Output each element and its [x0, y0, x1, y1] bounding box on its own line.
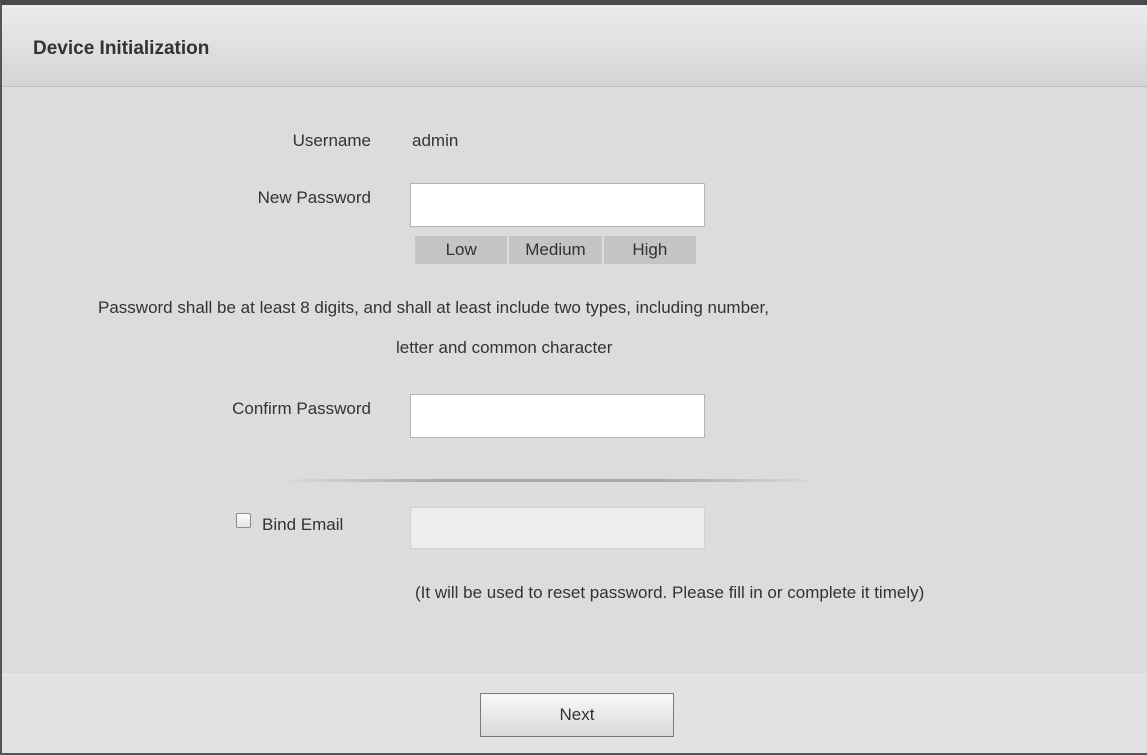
- password-hint-line-1: Password shall be at least 8 digits, and…: [98, 298, 769, 317]
- email-hint: (It will be used to reset password. Plea…: [415, 583, 925, 602]
- strength-high: High: [632, 240, 668, 259]
- strength-low: Low: [415, 236, 510, 264]
- username-value: admin: [412, 131, 459, 150]
- bind-email-checkbox[interactable]: [236, 513, 251, 528]
- password-strength-meter: Low Medium High: [415, 236, 696, 264]
- dialog-title: Device Initialization: [33, 38, 210, 59]
- new-password-label: New Password: [257, 188, 371, 207]
- username-label: Username: [292, 131, 371, 150]
- password-hint-line-2: letter and common character: [396, 338, 613, 357]
- email-input[interactable]: [410, 507, 705, 549]
- section-divider: [280, 479, 820, 482]
- strength-medium: Medium: [509, 236, 604, 264]
- new-password-input[interactable]: [410, 183, 705, 227]
- device-initialization-dialog: Device Initialization Username admin New…: [0, 0, 1147, 755]
- bind-email-label[interactable]: Bind Email: [262, 515, 371, 535]
- dialog-footer: Next: [2, 674, 1147, 754]
- confirm-password-input[interactable]: [410, 394, 705, 438]
- next-button[interactable]: Next: [480, 693, 674, 737]
- confirm-password-label: Confirm Password: [232, 399, 371, 418]
- dialog-titlebar: Device Initialization: [2, 5, 1147, 87]
